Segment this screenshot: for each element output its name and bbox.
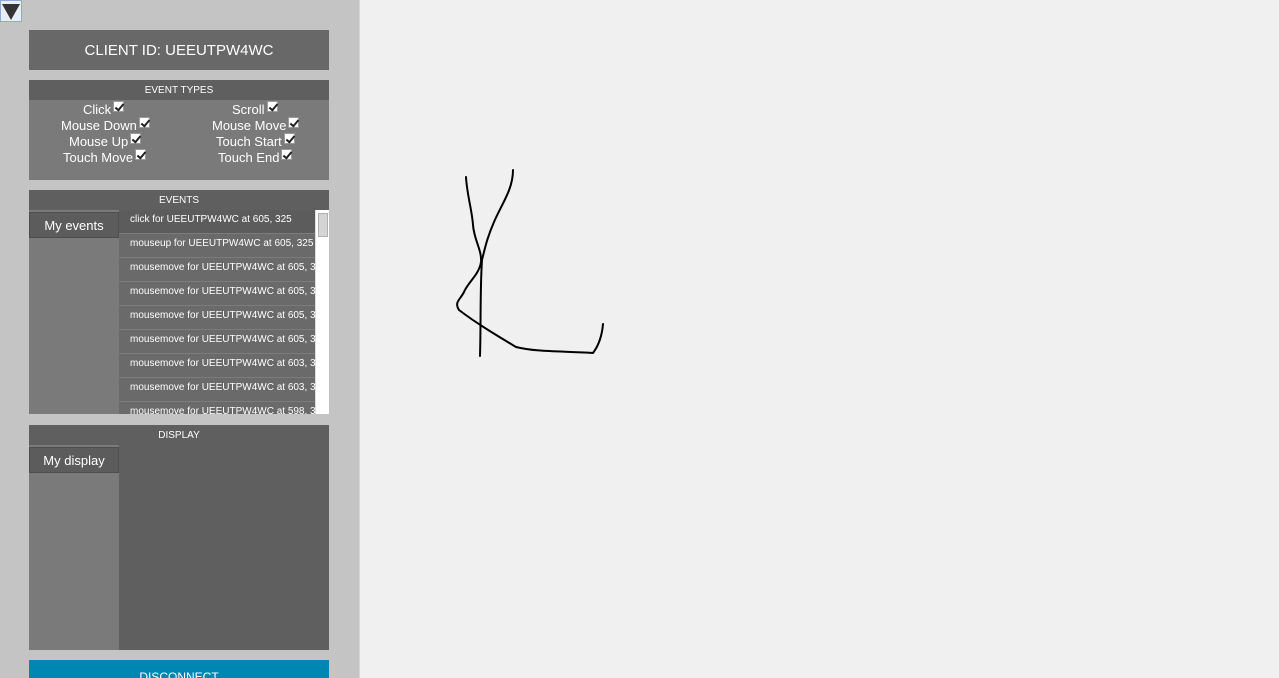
event-type-touch-start[interactable]: Touch Start xyxy=(216,132,295,149)
list-item[interactable]: click for UEEUTPW4WC at 605, 325 xyxy=(119,210,315,234)
event-type-label: Touch Start xyxy=(216,133,282,149)
display-title: DISPLAY xyxy=(29,425,329,445)
event-type-label: Click xyxy=(83,101,112,117)
events-list[interactable]: click for UEEUTPW4WC at 605, 325 mouseup… xyxy=(119,210,315,414)
tab-my-display[interactable]: My display xyxy=(29,447,119,473)
events-panel: EVENTS My events click for UEEUTPW4WC at… xyxy=(29,190,329,414)
event-type-touch-move[interactable]: Touch Move xyxy=(63,148,147,165)
event-type-mouse-move[interactable]: Mouse Move xyxy=(212,116,300,133)
disconnect-button[interactable]: DISCONNECT xyxy=(29,660,329,678)
sidebar: CLIENT ID: UEEUTPW4WC EVENT TYPES Click … xyxy=(0,0,360,678)
list-item[interactable]: mousemove for UEEUTPW4WC at 603, 333 xyxy=(119,354,315,378)
event-type-label: Mouse Up xyxy=(69,133,129,149)
events-scrollbar[interactable] xyxy=(315,210,329,414)
drawn-stroke xyxy=(456,176,604,354)
drawing-canvas[interactable] xyxy=(361,0,1279,678)
list-item[interactable]: mouseup for UEEUTPW4WC at 605, 325 xyxy=(119,234,315,258)
event-type-label: Touch Move xyxy=(63,149,134,165)
list-item[interactable]: mousemove for UEEUTPW4WC at 605, 325 xyxy=(119,258,315,282)
scroll-checkbox[interactable] xyxy=(266,100,278,112)
mouse-move-checkbox[interactable] xyxy=(288,116,300,128)
list-item[interactable]: mousemove for UEEUTPW4WC at 605, 328 xyxy=(119,306,315,330)
mouse-up-checkbox[interactable] xyxy=(130,132,142,144)
list-item[interactable]: mousemove for UEEUTPW4WC at 605, 327 xyxy=(119,282,315,306)
list-item[interactable]: mousemove for UEEUTPW4WC at 603, 338 xyxy=(119,378,315,402)
event-type-mouse-up[interactable]: Mouse Up xyxy=(69,132,142,149)
display-area xyxy=(119,445,329,650)
event-type-label: Touch End xyxy=(218,149,280,165)
mouse-down-checkbox[interactable] xyxy=(138,116,150,128)
tab-my-events[interactable]: My events xyxy=(29,212,119,238)
touch-move-checkbox[interactable] xyxy=(135,148,147,160)
display-panel: DISPLAY My display xyxy=(29,425,329,650)
list-item[interactable]: mousemove for UEEUTPW4WC at 605, 330 xyxy=(119,330,315,354)
events-title: EVENTS xyxy=(29,190,329,210)
touch-end-checkbox[interactable] xyxy=(281,148,293,160)
event-type-touch-end[interactable]: Touch End xyxy=(218,148,293,165)
event-type-label: Mouse Down xyxy=(61,117,137,133)
click-checkbox[interactable] xyxy=(113,100,125,112)
list-item[interactable]: mousemove for UEEUTPW4WC at 598, 349 xyxy=(119,402,315,414)
event-type-click[interactable]: Click xyxy=(83,100,125,117)
touch-start-checkbox[interactable] xyxy=(283,132,295,144)
event-type-scroll[interactable]: Scroll xyxy=(232,100,278,117)
scrollbar-thumb[interactable] xyxy=(318,213,328,237)
event-types-panel: EVENT TYPES Click Scroll Mouse Down Mous… xyxy=(29,80,329,180)
triangle-down-icon[interactable] xyxy=(0,0,22,22)
event-type-label: Mouse Move xyxy=(212,117,287,133)
event-types-title: EVENT TYPES xyxy=(29,80,329,100)
event-type-mouse-down[interactable]: Mouse Down xyxy=(61,116,150,133)
client-id-header: CLIENT ID: UEEUTPW4WC xyxy=(29,30,329,70)
event-types-grid: Click Scroll Mouse Down Mouse Move Mouse… xyxy=(29,100,329,180)
event-type-label: Scroll xyxy=(232,101,265,117)
